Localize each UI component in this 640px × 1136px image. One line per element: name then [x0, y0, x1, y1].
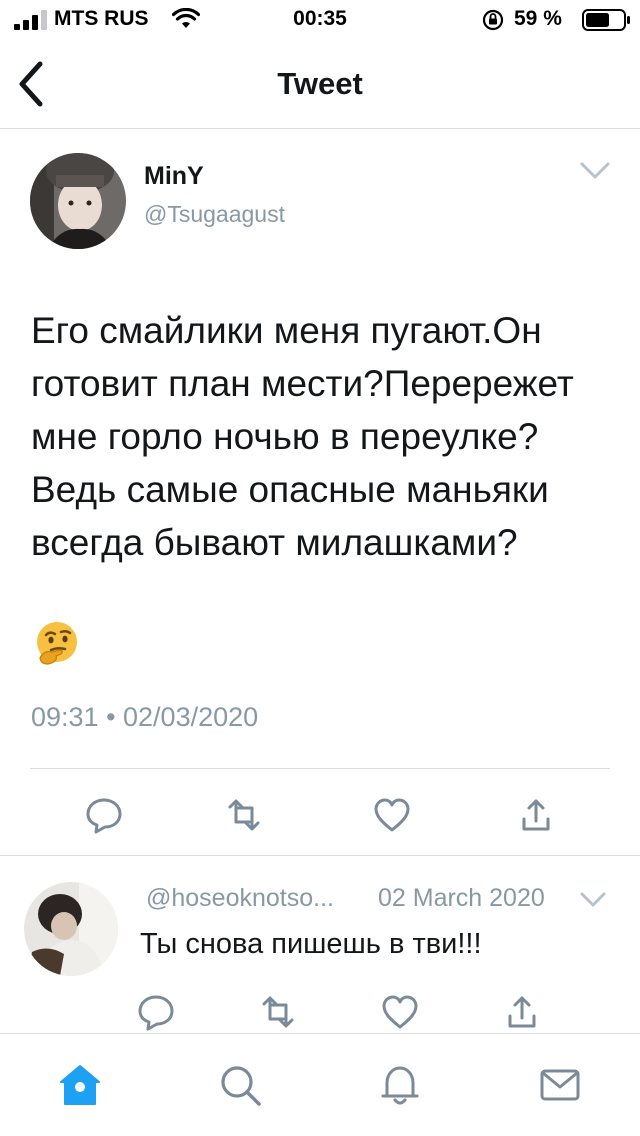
avatar-image: [30, 153, 126, 249]
tweet-text: Его смайлики меня пугают.Он готовит план…: [31, 310, 574, 563]
share-icon[interactable]: [516, 795, 556, 835]
tweet-actions: [0, 790, 640, 840]
reply-avatar[interactable]: [24, 882, 118, 976]
like-icon[interactable]: [372, 795, 412, 835]
thinking-face-emoji: [37, 622, 77, 665]
search-icon[interactable]: [217, 1062, 263, 1108]
messages-icon[interactable]: [537, 1062, 583, 1108]
notifications-icon[interactable]: [377, 1062, 423, 1108]
reply-icon[interactable]: [136, 992, 176, 1032]
retweet-icon[interactable]: [224, 795, 264, 835]
author-name[interactable]: MinY: [144, 162, 204, 191]
reply-handle[interactable]: @hoseoknotso...: [146, 884, 334, 913]
reply-actions: [0, 990, 640, 1034]
tweet-timestamp: 09:31 • 02/03/2020: [31, 702, 259, 732]
avatar-image: [24, 882, 118, 976]
like-icon[interactable]: [380, 992, 420, 1032]
share-icon[interactable]: [502, 992, 542, 1032]
chevron-down-icon[interactable]: [578, 156, 612, 186]
divider: [0, 855, 640, 856]
navigation-bar: Tweet: [0, 40, 640, 129]
battery-icon: [582, 9, 630, 31]
retweet-icon[interactable]: [258, 992, 298, 1032]
reply-icon[interactable]: [84, 795, 124, 835]
chevron-down-icon[interactable]: [578, 887, 608, 913]
reply-date: 02 March 2020: [378, 884, 545, 912]
battery-percentage: 59 %: [514, 7, 562, 30]
author-handle[interactable]: @Tsugaagust: [144, 201, 285, 228]
divider: [30, 768, 610, 769]
status-bar: MTS RUS 00:35 59 %: [0, 0, 640, 40]
home-icon[interactable]: [57, 1062, 103, 1108]
reply-text: Ты снова пишешь в тви!!!: [140, 928, 482, 960]
tab-bar: [0, 1034, 640, 1136]
author-avatar[interactable]: [30, 153, 126, 249]
orientation-lock-icon: [482, 9, 504, 31]
page-title: Tweet: [277, 66, 363, 101]
